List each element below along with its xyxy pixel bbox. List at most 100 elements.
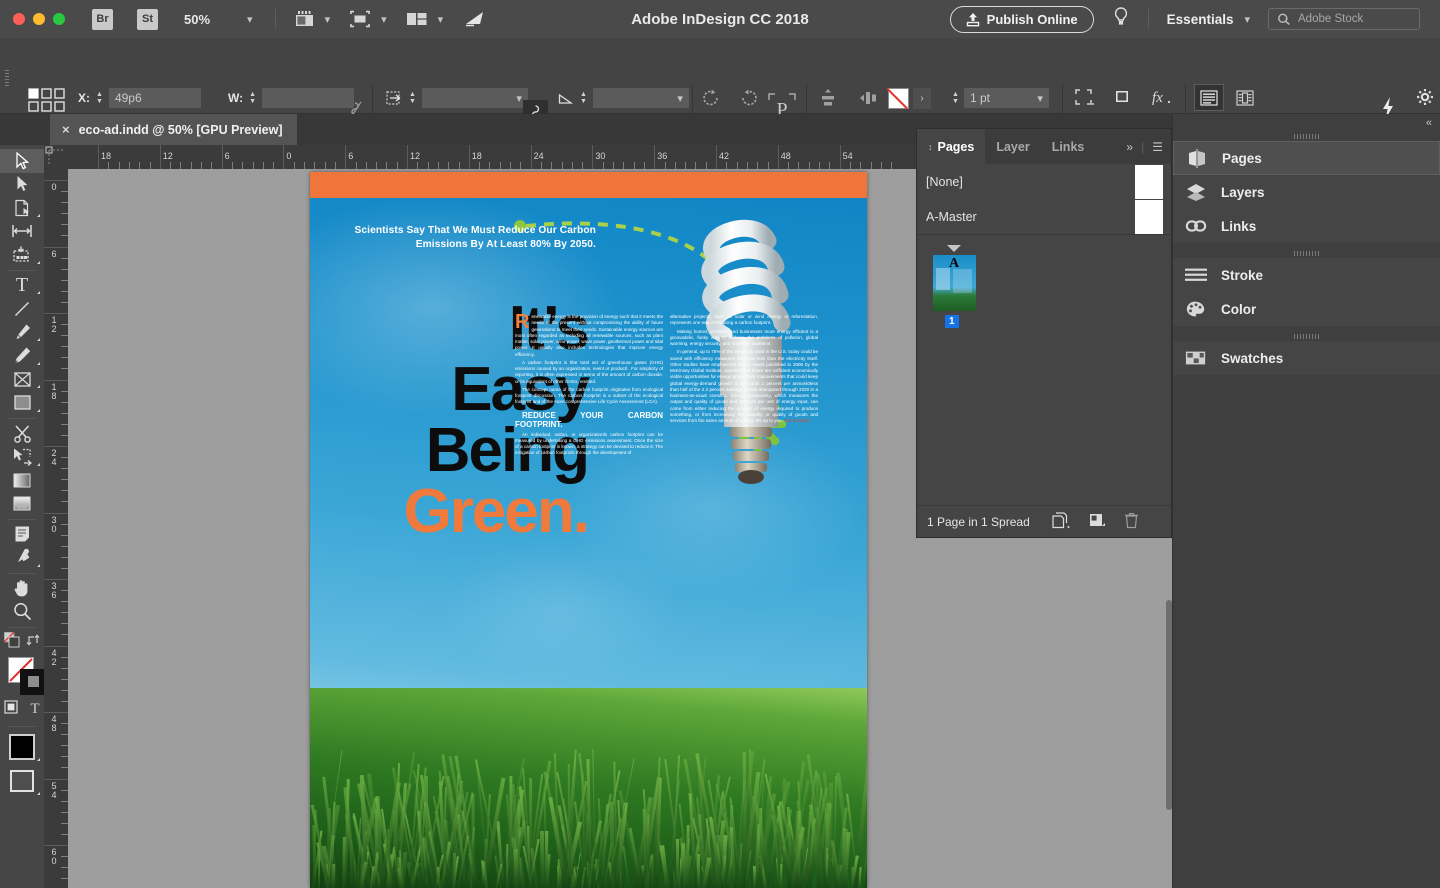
dock-group-1-handle[interactable] bbox=[1173, 132, 1440, 141]
panel-collapse-chevron-icon[interactable]: ↕ bbox=[928, 142, 933, 152]
swap-fill-stroke-icon[interactable] bbox=[26, 633, 40, 652]
screen-mode-icon[interactable] bbox=[294, 9, 316, 29]
view-mode-chevron-icon[interactable]: ▾ bbox=[381, 13, 387, 26]
scale-x-stepper[interactable]: ▲ ▼ bbox=[409, 91, 416, 105]
effects-fx-icon[interactable]: fx bbox=[1150, 88, 1172, 106]
stroke-weight-stepper[interactable]: ▲ ▼ bbox=[952, 91, 959, 105]
type-tool[interactable]: T bbox=[0, 274, 44, 298]
fill-stroke-proxy[interactable] bbox=[0, 655, 46, 697]
document-tab[interactable]: × eco-ad.indd @ 50% [GPU Preview] bbox=[50, 114, 297, 145]
text-wrap-none-button[interactable] bbox=[1194, 84, 1224, 111]
dock-group-3-handle[interactable] bbox=[1173, 332, 1440, 341]
tab-pages[interactable]: ↕ Pages bbox=[917, 129, 986, 164]
create-new-page-icon[interactable] bbox=[1089, 512, 1106, 531]
w-stepper[interactable]: ▲ ▼ bbox=[249, 91, 256, 105]
master-none-thumbnail[interactable] bbox=[1135, 164, 1163, 199]
adobe-stock-search[interactable]: Adobe Stock bbox=[1268, 8, 1420, 30]
dock-item-swatches[interactable]: Swatches bbox=[1173, 341, 1440, 375]
minimize-window-button[interactable] bbox=[33, 13, 45, 25]
page-1-number[interactable]: 1 bbox=[945, 315, 959, 328]
maximize-window-button[interactable] bbox=[53, 13, 65, 25]
panel-overflow-icon[interactable]: » bbox=[1126, 140, 1133, 154]
control-bar-grip[interactable] bbox=[5, 70, 9, 86]
vertical-ruler[interactable]: 0 6 12 18 24 30 36 42 48 54 60 bbox=[44, 169, 68, 888]
bridge-button[interactable]: Br bbox=[92, 8, 113, 30]
lightbulb-icon[interactable] bbox=[1112, 6, 1130, 33]
body-column-1[interactable]: Renewable energy is the provision of ene… bbox=[515, 312, 663, 714]
gradient-feather-tool[interactable] bbox=[0, 492, 44, 516]
note-tool[interactable] bbox=[0, 523, 44, 547]
fill-swatch[interactable] bbox=[888, 88, 909, 109]
rectangle-tool[interactable] bbox=[0, 391, 44, 415]
hand-tool[interactable] bbox=[0, 577, 44, 601]
rocket-icon[interactable] bbox=[463, 9, 487, 29]
ruler-origin[interactable] bbox=[44, 145, 68, 169]
content-collector-tool[interactable] bbox=[0, 243, 44, 267]
distribute-left-icon[interactable] bbox=[858, 88, 882, 108]
arrange-documents-icon[interactable] bbox=[405, 10, 429, 28]
fill-swatch-dropdown[interactable]: › bbox=[913, 88, 931, 109]
free-transform-tool[interactable] bbox=[0, 445, 44, 469]
rotation-field[interactable]: ▾ bbox=[592, 88, 689, 108]
screen-mode-chevron-icon[interactable]: ▾ bbox=[325, 13, 331, 26]
workspace-selector-label[interactable]: Essentials bbox=[1167, 12, 1234, 27]
rotate-clockwise-button[interactable] bbox=[700, 88, 722, 108]
dock-collapse-icon[interactable]: « bbox=[1426, 117, 1432, 129]
frame-fitting-icon[interactable] bbox=[1074, 88, 1094, 106]
workspace-chevron-icon[interactable]: ▾ bbox=[1244, 13, 1250, 26]
view-mode-icon[interactable] bbox=[348, 9, 372, 29]
scale-x-field[interactable]: ▾ bbox=[421, 88, 528, 108]
text-wrap-bounding-box-button[interactable] bbox=[1230, 84, 1260, 111]
apply-color-button[interactable] bbox=[0, 730, 44, 764]
pencil-tool[interactable] bbox=[0, 344, 44, 368]
stock-button[interactable]: St bbox=[137, 8, 158, 30]
apply-none-button[interactable] bbox=[0, 764, 44, 798]
dock-item-pages[interactable]: Pages bbox=[1173, 141, 1440, 175]
delete-page-icon[interactable] bbox=[1124, 512, 1139, 532]
formatting-affects-text-icon[interactable]: T bbox=[30, 701, 39, 718]
close-tab-icon[interactable]: × bbox=[62, 122, 70, 137]
pen-tool[interactable] bbox=[0, 321, 44, 345]
tab-layers[interactable]: Layer bbox=[985, 129, 1040, 164]
dock-item-links[interactable]: Links bbox=[1173, 209, 1440, 243]
gear-icon[interactable] bbox=[1416, 88, 1434, 106]
dock-item-color[interactable]: Color bbox=[1173, 292, 1440, 326]
body-column-2[interactable]: alternative projects, such as solar or w… bbox=[670, 314, 818, 714]
canvas-vertical-scrollbar[interactable] bbox=[1166, 600, 1172, 810]
panel-menu-icon[interactable]: ☰ bbox=[1152, 140, 1163, 154]
master-page-none-row[interactable]: [None] bbox=[917, 164, 1171, 199]
master-a-thumbnail[interactable] bbox=[1135, 199, 1163, 234]
dock-item-stroke[interactable]: Stroke bbox=[1173, 258, 1440, 292]
window-controls[interactable] bbox=[13, 13, 65, 25]
gradient-swatch-tool[interactable] bbox=[0, 469, 44, 493]
object-style-icon[interactable] bbox=[1112, 88, 1132, 106]
stroke-weight-field[interactable]: 1 pt ▾ bbox=[963, 88, 1049, 108]
document-page[interactable]: Scientists Say That We Must Reduce Our C… bbox=[310, 172, 867, 888]
rectangle-frame-tool[interactable] bbox=[0, 368, 44, 392]
zoom-level-value[interactable]: 50% bbox=[184, 12, 210, 27]
zoom-tool[interactable] bbox=[0, 600, 44, 624]
align-top-icon[interactable] bbox=[818, 88, 838, 108]
close-window-button[interactable] bbox=[13, 13, 25, 25]
zoom-dropdown-chevron-icon[interactable]: ▾ bbox=[247, 13, 253, 26]
scissors-tool[interactable] bbox=[0, 422, 44, 446]
new-page-icon[interactable] bbox=[1052, 511, 1071, 532]
dock-item-layers[interactable]: Layers bbox=[1173, 175, 1440, 209]
page-tool[interactable] bbox=[0, 196, 44, 220]
formatting-affects-container-icon[interactable] bbox=[4, 700, 20, 719]
page-1-thumbnail[interactable]: A bbox=[933, 255, 976, 311]
stroke-color-swatch[interactable] bbox=[20, 668, 46, 695]
master-page-a-row[interactable]: A-Master bbox=[917, 199, 1171, 234]
tab-links[interactable]: Links bbox=[1041, 129, 1096, 164]
direct-selection-tool[interactable] bbox=[0, 173, 44, 197]
dock-collapse-row[interactable]: « bbox=[1173, 114, 1440, 132]
x-stepper[interactable]: ▲ ▼ bbox=[96, 91, 103, 105]
eyedropper-tool[interactable] bbox=[0, 546, 44, 570]
gap-tool[interactable] bbox=[0, 220, 44, 244]
x-field[interactable]: 49p6 bbox=[108, 88, 201, 108]
apply-color-to-object-icon[interactable] bbox=[3, 631, 20, 653]
rotate-counterclockwise-button[interactable] bbox=[738, 88, 760, 108]
page-thumbnail-area[interactable]: A 1 bbox=[917, 235, 1171, 507]
rotation-stepper[interactable]: ▲ ▼ bbox=[580, 91, 587, 105]
selection-tool[interactable] bbox=[0, 149, 44, 173]
